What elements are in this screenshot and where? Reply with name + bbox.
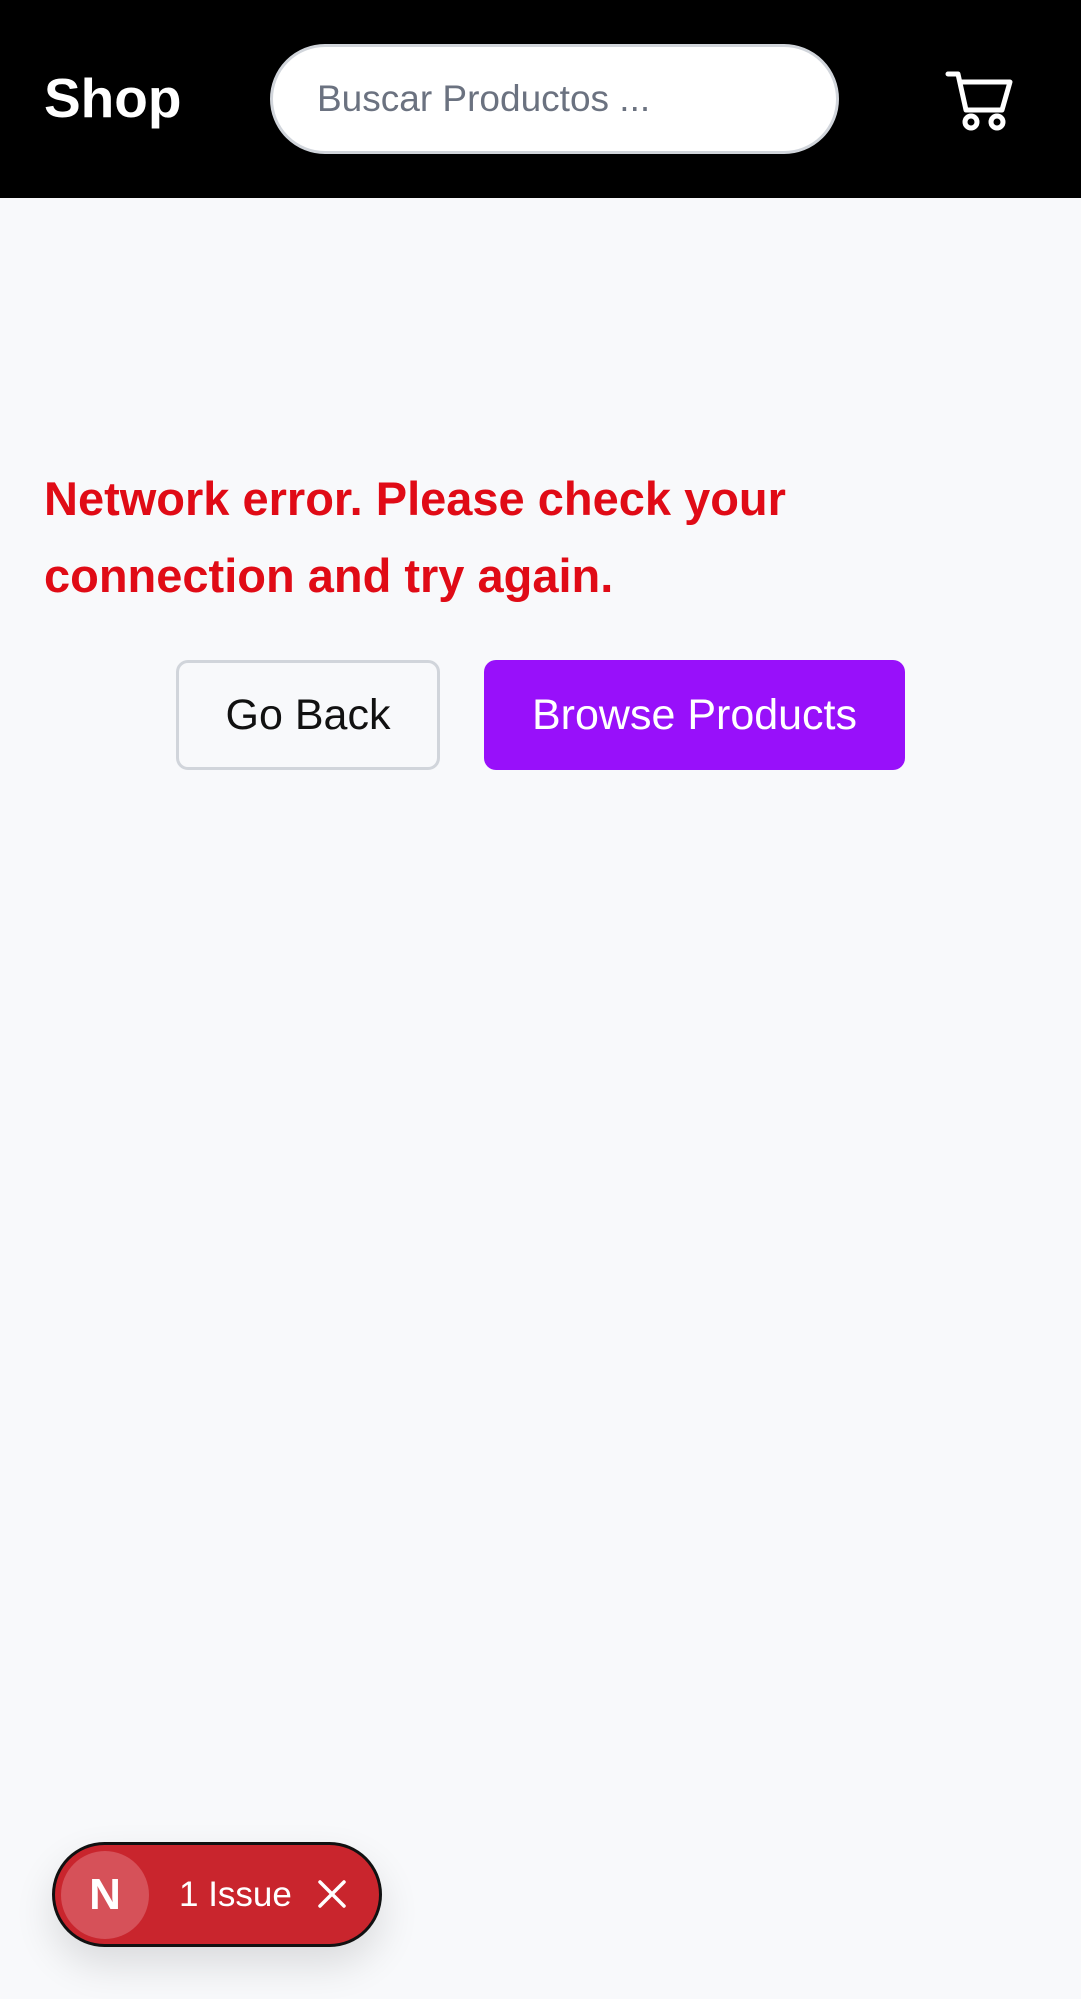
browse-products-button[interactable]: Browse Products	[484, 660, 905, 770]
dev-issues-indicator[interactable]: N 1 Issue	[52, 1842, 382, 1947]
page: Shop Network error. Please check your co…	[0, 0, 1081, 1999]
cart-icon	[945, 71, 1013, 131]
issues-count-label[interactable]: 1 Issue	[179, 1845, 292, 1944]
brand-logo-text[interactable]: Shop	[44, 66, 181, 130]
cart-button[interactable]	[944, 66, 1016, 132]
top-header: Shop	[0, 0, 1081, 198]
nextjs-logo-icon[interactable]: N	[61, 1851, 149, 1939]
issues-pill[interactable]: N 1 Issue	[55, 1845, 379, 1944]
close-icon[interactable]	[315, 1877, 349, 1911]
search-input[interactable]	[270, 44, 839, 154]
go-back-button[interactable]: Go Back	[176, 660, 440, 770]
error-message: Network error. Please check your connect…	[44, 472, 786, 602]
